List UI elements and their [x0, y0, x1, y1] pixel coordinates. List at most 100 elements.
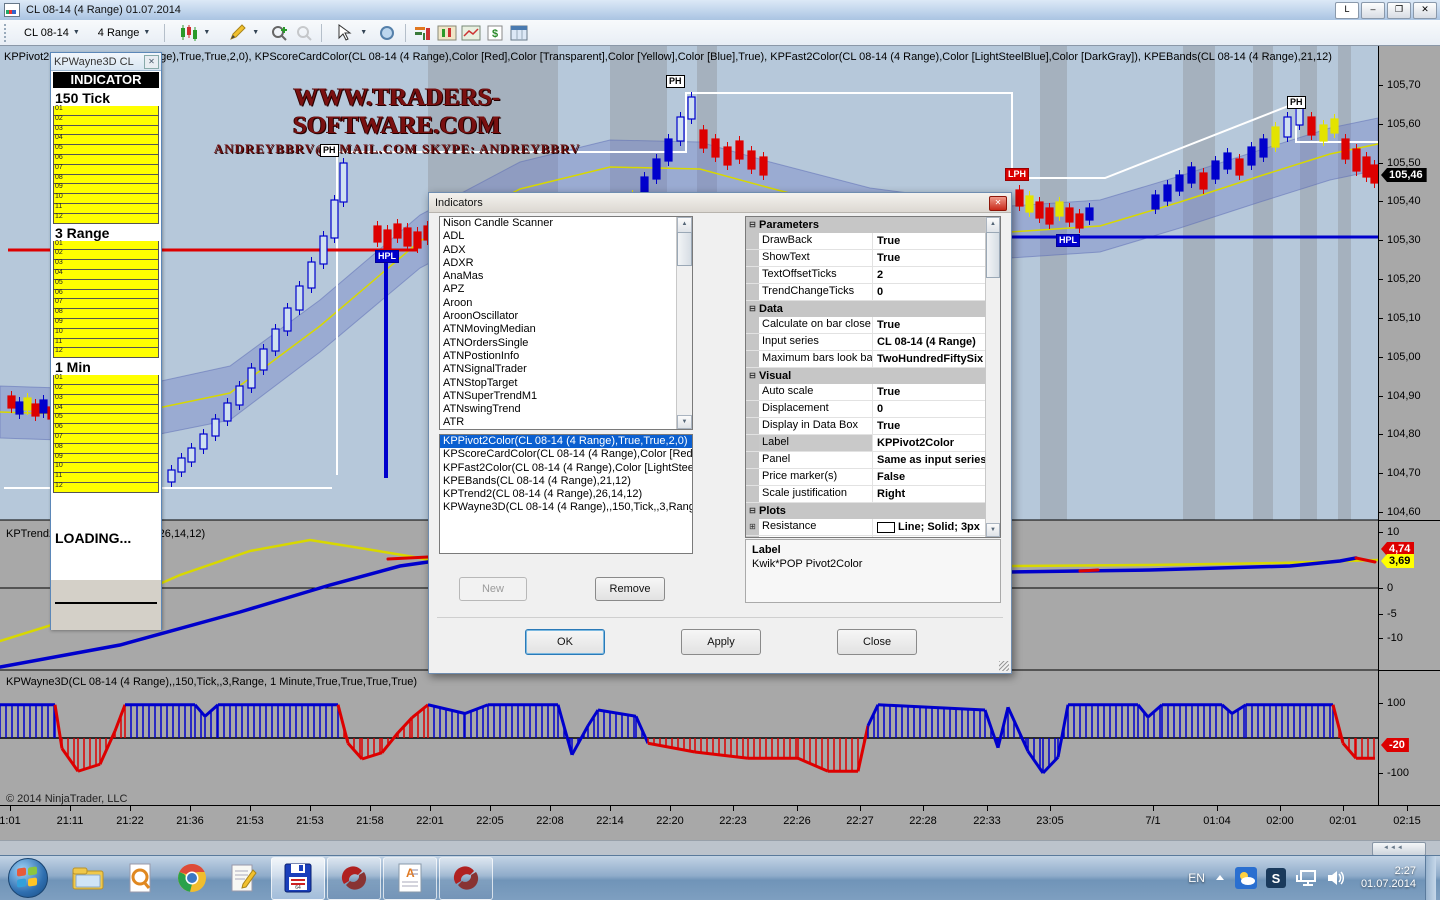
horizontal-scrollbar[interactable] — [0, 840, 1440, 856]
property-row[interactable]: ShowTextTrue — [746, 250, 986, 267]
collapse-icon[interactable]: ⊟ — [746, 503, 759, 519]
property-row[interactable]: TrendChangeTicks0 — [746, 284, 986, 301]
property-row[interactable]: Price marker(s)False — [746, 469, 986, 486]
property-row[interactable]: Auto scaleTrue — [746, 384, 986, 401]
property-value[interactable]: False — [873, 469, 986, 485]
scroll-up-icon[interactable]: ▲ — [677, 217, 692, 233]
market-analyzer-icon[interactable] — [461, 24, 481, 42]
indicator-option[interactable]: ATNPostionInfo — [440, 350, 677, 363]
ok-button[interactable]: OK — [525, 629, 605, 655]
dialog-titlebar[interactable]: Indicators ✕ — [429, 193, 1011, 213]
property-value[interactable]: True — [873, 418, 986, 434]
remove-button[interactable]: Remove — [595, 577, 665, 601]
property-value[interactable]: 0 — [873, 284, 986, 300]
list-scrollbar[interactable]: ▲ ▼ — [676, 217, 692, 429]
property-row[interactable]: DrawBackTrue — [746, 233, 986, 250]
indicator-option[interactable]: AroonOscillator — [440, 310, 677, 323]
indicator-option[interactable]: ATNMovingMedian — [440, 323, 677, 336]
selected-indicator[interactable]: KPTrend2(CL 08-14 (4 Range),26,14,12) — [440, 488, 692, 501]
grid-scrollbar[interactable]: ▲ ▼ — [985, 217, 1000, 537]
property-row[interactable]: TextOffsetTicks2 — [746, 267, 986, 284]
show-desktop-button[interactable] — [1425, 856, 1436, 900]
scrollbar-thumb[interactable] — [1372, 842, 1426, 856]
scroll-up-icon[interactable]: ▲ — [986, 217, 1000, 233]
new-button[interactable]: New — [459, 577, 527, 601]
property-row[interactable]: Displacement0 — [746, 401, 986, 418]
magnifier-icon[interactable] — [378, 24, 398, 42]
time-axis[interactable]: © 2014 NinjaTrader, LLC 1:0121:1121:2221… — [0, 805, 1440, 840]
ninjatrader-app-button[interactable] — [327, 857, 381, 900]
property-row[interactable]: Scale justificationRight — [746, 486, 986, 503]
language-indicator[interactable]: EN — [1188, 871, 1205, 885]
indicator-option[interactable]: AnaMas — [440, 270, 677, 283]
ninjatrader-save-app-button[interactable]: 64 — [271, 857, 325, 900]
restore-button[interactable]: ❐ — [1387, 2, 1411, 19]
indicator-option[interactable]: ATNOrdersSingle — [440, 337, 677, 350]
resize-grip[interactable] — [999, 661, 1009, 671]
expand-icon[interactable]: ⊞ — [746, 536, 759, 538]
property-value[interactable]: 0 — [873, 401, 986, 417]
grid-category[interactable]: ⊟Parameters — [746, 217, 986, 233]
grid-category[interactable]: ⊟Data — [746, 301, 986, 317]
selected-indicator[interactable]: KPScoreCardColor(CL 08-14 (4 Range),Colo… — [440, 448, 692, 461]
window-titlebar[interactable]: CL 08-14 (4 Range) 01.07.2014 L – ❐ ✕ — [0, 0, 1440, 21]
expand-icon[interactable]: ⊞ — [746, 519, 759, 535]
ninjatrader-app-button-2[interactable] — [439, 857, 493, 900]
indicator-option[interactable]: ATR — [440, 416, 677, 429]
selected-indicator[interactable]: KPWayne3D(CL 08-14 (4 Range),,150,Tick,,… — [440, 501, 692, 514]
selected-indicator[interactable]: KPPivot2Color(CL 08-14 (4 Range),True,Tr… — [440, 435, 692, 448]
collapse-icon[interactable]: ⊟ — [746, 368, 759, 384]
kpwayne3d-panel-titlebar[interactable]: KPWayne3D CL ✕ — [51, 53, 161, 71]
collapse-icon[interactable]: ⊟ — [746, 301, 759, 317]
notepad-button[interactable] — [224, 859, 264, 897]
scroll-down-icon[interactable]: ▼ — [677, 415, 692, 429]
network-icon[interactable] — [1295, 869, 1317, 887]
property-row[interactable]: PanelSame as input series — [746, 452, 986, 469]
chrome-button[interactable] — [172, 859, 212, 897]
skype-icon[interactable]: S — [1266, 868, 1286, 888]
explorer-button[interactable] — [68, 859, 108, 897]
account-dollar-icon[interactable]: $ — [485, 24, 505, 42]
indicator-panel-icon[interactable] — [413, 24, 433, 42]
available-indicators-list[interactable]: Nison Candle ScannerADLADXADXRAnaMasAPZA… — [439, 216, 693, 430]
close-icon[interactable]: ✕ — [144, 55, 159, 69]
grid-category[interactable]: ⊟Visual — [746, 368, 986, 384]
indicator-option[interactable]: ATNswingTrend — [440, 403, 677, 416]
scrollbar-thumb[interactable] — [677, 232, 692, 266]
property-value[interactable]: Right — [873, 486, 986, 502]
price-axis[interactable]: 105,70105,60105,50105,40105,30105,20105,… — [1378, 46, 1440, 840]
selected-indicator[interactable]: KPEBands(CL 08-14 (4 Range),21,12) — [440, 475, 692, 488]
zoom-out-icon[interactable] — [294, 24, 314, 42]
property-value[interactable]: True — [873, 384, 986, 400]
close-icon[interactable]: ✕ — [989, 196, 1007, 211]
indicator-option[interactable]: ATNSuperTrendM1 — [440, 390, 677, 403]
chart-style-button[interactable]: ▼ — [172, 21, 217, 45]
link-button[interactable]: L — [1335, 2, 1359, 19]
property-value[interactable]: True — [873, 317, 986, 333]
hidden-icons-arrow[interactable] — [1214, 873, 1226, 883]
property-value[interactable]: True — [873, 250, 986, 266]
property-row[interactable]: Display in Data BoxTrue — [746, 418, 986, 435]
indicator-option[interactable]: ATNStopTarget — [440, 377, 677, 390]
property-value[interactable]: 2 — [873, 267, 986, 283]
clock[interactable]: 2:27 01.07.2014 — [1361, 865, 1416, 891]
volume-icon[interactable] — [1326, 869, 1346, 887]
minimize-button[interactable]: – — [1361, 2, 1385, 19]
scrollbar-thumb[interactable] — [986, 232, 1000, 278]
property-value[interactable]: CL 08-14 (4 Range) — [873, 334, 986, 350]
chart-window-icon[interactable] — [437, 24, 457, 42]
indicator-option[interactable]: ADL — [440, 230, 677, 243]
indicator-option[interactable]: APZ — [440, 283, 677, 296]
indicator-option[interactable]: Nison Candle Scanner — [440, 217, 677, 230]
indicator-option[interactable]: ADXR — [440, 257, 677, 270]
collapse-icon[interactable]: ⊟ — [746, 217, 759, 233]
property-row[interactable]: Input seriesCL 08-14 (4 Range) — [746, 334, 986, 351]
property-value[interactable]: Line; Solid; 3px — [873, 536, 986, 538]
property-row[interactable]: Calculate on bar closeTrue — [746, 317, 986, 334]
plot-color-swatch[interactable] — [877, 522, 895, 533]
property-value[interactable]: True — [873, 233, 986, 249]
zoom-in-icon[interactable] — [270, 24, 290, 42]
start-button[interactable] — [8, 858, 48, 898]
drawing-tools-button[interactable]: ▼ — [221, 21, 266, 45]
property-value[interactable]: KPPivot2Color — [873, 435, 986, 451]
